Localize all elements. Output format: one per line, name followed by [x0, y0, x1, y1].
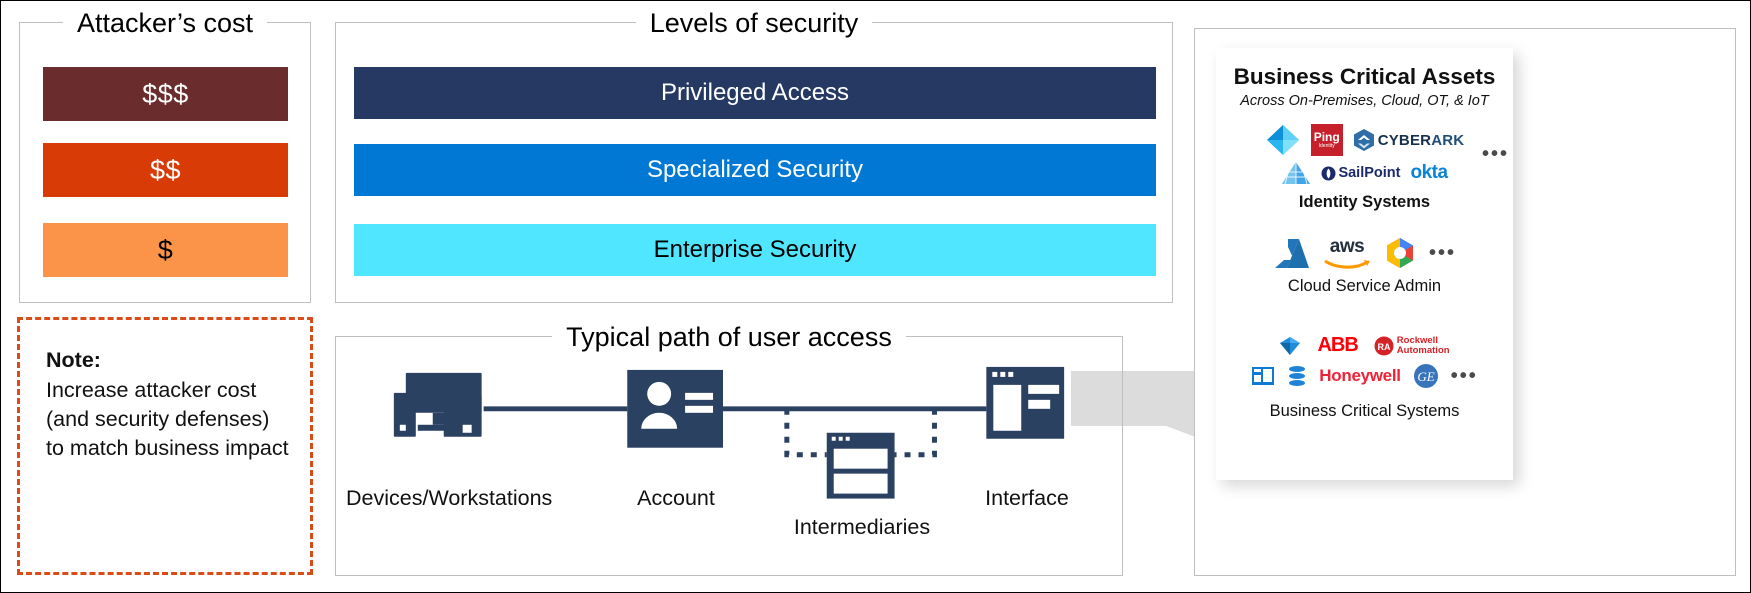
more-dots-icon: ••• — [1481, 143, 1509, 165]
account-card-icon — [627, 369, 724, 448]
access-path-diagram — [393, 366, 1065, 499]
attackers-cost-title: Attacker’s cost — [20, 6, 310, 40]
diagram-canvas: Attacker’s cost $$$ $$ $ Note: Increase … — [0, 0, 1751, 593]
azure-logo — [1273, 237, 1311, 269]
sailpoint-mark-icon — [1321, 166, 1336, 180]
ge-logo: GE — [1413, 363, 1439, 389]
asset-group-cloud-service-admin: aws ••• Cloud Service Admin — [1216, 236, 1513, 296]
typical-path-group: Typical path of user access Devices/Work… — [335, 322, 1123, 576]
ping-identity-logo: Ping Identity — [1310, 124, 1343, 156]
node-label-intermediaries: Intermediaries — [793, 515, 931, 539]
cyberark-logo: CYBERARK — [1353, 128, 1465, 152]
level-bar-enterprise-security: Enterprise Security — [354, 224, 1156, 276]
abb-logo: ABB — [1317, 334, 1358, 356]
bcs-logo-row-1: ABB RA Rockwell Automation — [1216, 334, 1513, 357]
note-heading: Note: — [46, 348, 101, 372]
assets-title: Business Critical Assets — [1233, 64, 1496, 89]
assets-subtitle: Across On-Premises, Cloud, OT, & IoT — [1240, 93, 1489, 109]
cost-bar-high: $$$ — [43, 67, 288, 121]
aws-logo: aws — [1323, 236, 1371, 269]
intermediary-window-icon — [826, 432, 895, 499]
workstation-icon — [393, 372, 482, 437]
note-text-block: Note: Increase attacker cost (and securi… — [20, 320, 310, 463]
bcs-logo-row-2: Honeywell GE ••• — [1216, 363, 1513, 389]
node-intermediaries: Intermediaries — [786, 514, 938, 540]
ping-wordmark: Ping — [1313, 129, 1340, 144]
aws-wordmark: aws — [1329, 236, 1365, 257]
sailpoint-logo: SailPoint — [1321, 166, 1400, 181]
levels-of-security-group: Levels of security Privileged Access Spe… — [335, 8, 1173, 303]
honeywell-logo: Honeywell — [1319, 366, 1401, 385]
business-critical-assets-card: Business Critical Assets Across On-Premi… — [1216, 48, 1513, 480]
node-interface: Interface — [966, 485, 1088, 511]
asset-caption-business-critical-systems: Business Critical Systems — [1269, 402, 1460, 420]
asset-caption-cloud-service-admin: Cloud Service Admin — [1287, 277, 1442, 295]
interface-window-icon — [986, 366, 1065, 439]
cyberark-hex-icon — [1353, 129, 1374, 151]
asset-group-identity-systems: Ping Identity CYBERARK SailPoint okta ••… — [1216, 123, 1513, 212]
rockwell-wordmark: Rockwell Automation — [1396, 334, 1450, 356]
identity-logo-row-2: SailPoint okta ••• — [1216, 144, 1513, 185]
azure-ad-diamond-icon — [1265, 123, 1301, 157]
oracle-db-icon — [1287, 365, 1307, 387]
sap-diamond-icon — [1279, 336, 1301, 356]
node-account: Account — [618, 485, 734, 511]
more-dots-icon: ••• — [1428, 241, 1456, 264]
google-cloud-logo — [1383, 237, 1417, 269]
more-dots-icon: ••• — [1450, 365, 1478, 387]
svg-text:RA: RA — [1377, 342, 1390, 352]
cost-bar-medium: $$ — [43, 143, 288, 197]
dynamics-icon — [1251, 366, 1275, 386]
okta-logo: okta — [1410, 162, 1448, 183]
ping-sub-wordmark: Identity — [1318, 142, 1335, 149]
cloud-logo-row: aws ••• — [1216, 236, 1513, 269]
attackers-cost-group: Attacker’s cost $$$ $$ $ — [19, 8, 311, 303]
node-label-account: Account — [637, 486, 715, 510]
asset-caption-identity-systems: Identity Systems — [1298, 193, 1431, 211]
node-label-interface: Interface — [985, 486, 1069, 510]
adfs-pyramid-icon — [1281, 161, 1311, 185]
level-bar-privileged-access: Privileged Access — [354, 67, 1156, 119]
cyberark-wordmark: CYBERARK — [1377, 131, 1465, 149]
asset-group-business-critical-systems: ABB RA Rockwell Automation Honeywell GE … — [1216, 334, 1513, 421]
rockwell-mark-icon: RA — [1374, 336, 1394, 355]
note-callout: Note: Increase attacker cost (and securi… — [17, 317, 313, 575]
note-body: Increase attacker cost (and security def… — [46, 378, 289, 460]
sailpoint-wordmark: SailPoint — [1338, 164, 1401, 181]
node-devices-workstations: Devices/Workstations — [346, 485, 552, 511]
node-label-devices: Devices/Workstations — [346, 486, 553, 510]
aws-smile-icon — [1324, 259, 1370, 269]
svg-text:GE: GE — [1417, 369, 1434, 384]
rockwell-automation-logo: RA Rockwell Automation — [1374, 334, 1450, 356]
identity-logo-row-1: Ping Identity CYBERARK — [1216, 123, 1513, 157]
levels-of-security-title: Levels of security — [336, 6, 1172, 40]
cost-bar-low: $ — [43, 223, 288, 277]
level-bar-specialized-security: Specialized Security — [354, 144, 1156, 196]
